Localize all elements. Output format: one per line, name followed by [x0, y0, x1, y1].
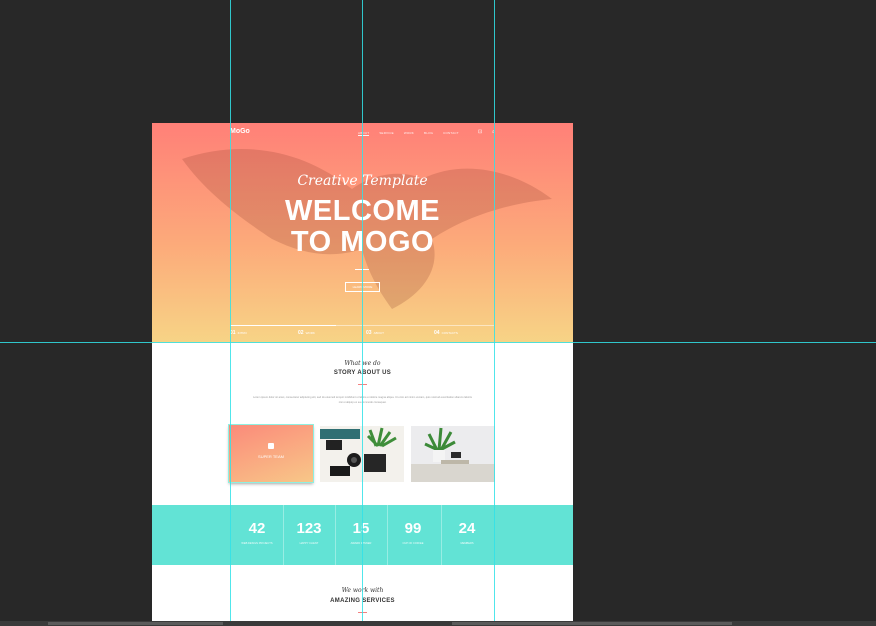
counter-label: CUP OF COFFEE	[402, 542, 424, 545]
guide-line-vertical[interactable]	[494, 0, 495, 626]
counter-item: 99 CUP OF COFFEE	[387, 505, 439, 565]
nav-link-contact[interactable]: CONTACT	[443, 131, 459, 136]
team-icon	[268, 443, 274, 449]
hero-slide-item[interactable]: 03 ABOUT	[366, 330, 432, 336]
hero-progress-fill	[230, 325, 336, 326]
logo[interactable]: MoGo	[230, 128, 250, 135]
counter-item: 24 MEMBERS	[441, 505, 493, 565]
guide-line-vertical[interactable]	[230, 0, 231, 626]
guide-line-horizontal[interactable]	[0, 342, 876, 343]
counter-item: 42 WEB DESIGN PROJECTS	[231, 505, 283, 565]
hero-slide-item[interactable]: 02 WORK	[298, 330, 364, 336]
hero-slide-item[interactable]: 04 CONTACTS	[434, 330, 500, 336]
card-super-team[interactable]: SUPER TEAM	[229, 425, 313, 482]
guide-line-vertical[interactable]	[362, 0, 363, 626]
counter-number: 15	[352, 520, 370, 537]
counter-number: 42	[248, 520, 266, 537]
hero-slide-item[interactable]: 01 INTRO	[230, 330, 296, 336]
counter-number: 24	[458, 520, 476, 537]
nav-links: ABOUT SERVICE WORK BLOG CONTACT	[358, 131, 459, 136]
counter-label: AWARD WINNER	[350, 542, 372, 545]
counter-label: WEB DESIGN PROJECTS	[241, 542, 273, 545]
counter-number: 123	[296, 520, 322, 537]
nav-link-service[interactable]: SERVICE	[379, 131, 394, 136]
horizontal-scrollbar[interactable]	[0, 621, 876, 626]
card-plant-photo[interactable]	[411, 426, 495, 482]
cart-icon[interactable]: ⊡	[478, 129, 482, 135]
counter-number: 99	[404, 520, 422, 537]
nav-link-work[interactable]: WORK	[404, 131, 414, 136]
hero-slides: 01 INTRO 02 WORK 03 ABOUT 04 CONTACTS	[230, 330, 500, 336]
counter-item: 15 AWARD WINNER	[335, 505, 387, 565]
counter-label: HAPPY CLIENT	[299, 542, 319, 545]
scrollbar-thumb[interactable]	[48, 622, 223, 625]
counter-label: MEMBERS	[460, 542, 474, 545]
nav-link-blog[interactable]: BLOG	[424, 131, 433, 136]
counter-item: 123 HAPPY CLIENT	[283, 505, 335, 565]
nav-link-about[interactable]: ABOUT	[358, 131, 370, 136]
scrollbar-thumb[interactable]	[452, 622, 732, 625]
card-label: SUPER TEAM	[258, 454, 284, 459]
